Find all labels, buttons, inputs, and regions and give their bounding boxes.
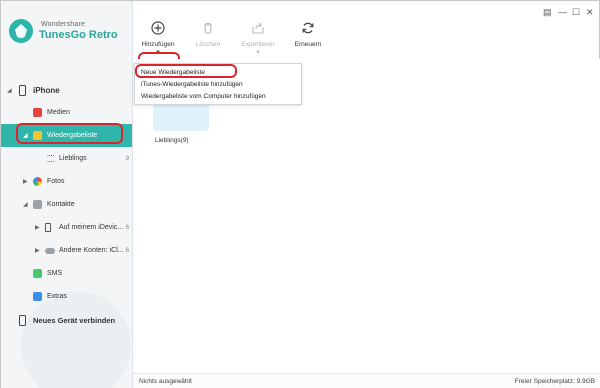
sidebar-device-label: iPhone xyxy=(33,85,60,95)
export-icon xyxy=(251,21,265,35)
sidebar: Wondershare TunesGo Retro ◢ iPhone Medie… xyxy=(1,1,133,388)
refresh-button-label: Erneuern xyxy=(294,41,322,48)
sidebar-connect-device[interactable]: Neues Gerät verbinden xyxy=(1,308,132,332)
toolbar: Hinzufügen ▼ Löschen Exportieren ▼ Erneu… xyxy=(133,1,600,59)
expanded-arrow-icon: ◢ xyxy=(23,133,28,139)
sidebar-item-label: SMS xyxy=(47,270,63,277)
brand-subtitle: Wondershare xyxy=(41,21,86,28)
playlist-icon xyxy=(33,131,42,140)
brand-title: TunesGo Retro xyxy=(39,29,118,41)
iphone-icon xyxy=(19,84,26,96)
sidebar-item-wiedergabeliste[interactable]: ◢ Wiedergabeliste xyxy=(1,124,132,147)
sidebar-item-label: Wiedergabeliste xyxy=(47,132,98,139)
menu-icon[interactable]: ▤ xyxy=(543,7,552,18)
extras-icon xyxy=(33,292,42,301)
tunesgo-logo-icon xyxy=(9,19,33,43)
sidebar-item-label: Andere Konten: iCl... xyxy=(59,247,124,254)
sidebar-item-label: Medien xyxy=(47,109,70,116)
add-dropdown-menu: Neue Wiedergabeliste iTunes-Wiedergabeli… xyxy=(134,63,302,105)
contacts-icon xyxy=(33,200,42,209)
refresh-icon xyxy=(301,21,315,35)
phone-connect-icon xyxy=(19,314,26,326)
sidebar-item-sms[interactable]: SMS xyxy=(1,262,132,285)
sidebar-item-label: Extras xyxy=(47,293,67,300)
sidebar-item-lieblings[interactable]: Lieblings 9 xyxy=(1,147,132,170)
collapsed-arrow-icon: ▶ xyxy=(35,225,40,231)
sidebar-item-label: Auf meinem iDevic... xyxy=(59,224,124,231)
refresh-button[interactable]: Erneuern xyxy=(283,21,333,48)
trash-icon xyxy=(201,21,215,35)
cloud-icon xyxy=(45,247,55,254)
sidebar-item-label: Fotos xyxy=(47,178,65,185)
menu-item-new-playlist[interactable]: Neue Wiedergabeliste xyxy=(135,67,301,79)
sidebar-item-medien[interactable]: Medien xyxy=(1,101,132,124)
sidebar-item-label: Kontakte xyxy=(47,201,75,208)
chevron-down-icon: ▼ xyxy=(155,50,161,56)
export-button[interactable]: Exportieren ▼ xyxy=(233,21,283,56)
sidebar-item-auf-meinem-idevice[interactable]: ▶ Auf meinem iDevic... 6 xyxy=(1,216,132,239)
item-count: 9 xyxy=(125,155,129,162)
add-button-label: Hinzufügen xyxy=(141,41,175,48)
brand: Wondershare TunesGo Retro xyxy=(9,11,118,51)
playlist-tile-label: Lieblings(9) xyxy=(155,137,189,144)
minimize-icon[interactable]: — xyxy=(558,7,567,17)
item-count: 6 xyxy=(125,224,129,231)
add-button[interactable]: Hinzufügen ▼ xyxy=(133,21,183,56)
menu-item-add-itunes-playlist[interactable]: iTunes-Wiedergabeliste hinzufügen xyxy=(135,79,301,91)
photos-icon xyxy=(33,177,42,186)
collapsed-arrow-icon: ▶ xyxy=(35,248,40,254)
content-area: Lieblings(9) xyxy=(133,59,600,373)
playlist-grid-icon xyxy=(47,155,55,162)
app-window: Wondershare TunesGo Retro ◢ iPhone Medie… xyxy=(0,0,600,388)
sidebar-nav: ◢ iPhone Medien ◢ Wiedergabeliste Liebli… xyxy=(1,79,132,332)
free-space-status: Freier Speicherplatz: 9.9GB xyxy=(514,378,595,385)
item-count: 6 xyxy=(125,247,129,254)
sidebar-item-andere-konten[interactable]: ▶ Andere Konten: iCl... 6 xyxy=(1,239,132,262)
export-button-label: Exportieren xyxy=(241,41,275,48)
collapsed-arrow-icon: ▶ xyxy=(23,179,28,185)
selection-status: Nichts ausgewählt xyxy=(139,378,192,385)
delete-button[interactable]: Löschen xyxy=(183,21,233,48)
menu-item-add-playlist-from-computer[interactable]: Wiedergabeliste vom Computer hinzufügen xyxy=(135,91,301,103)
add-icon xyxy=(151,21,165,35)
sidebar-device-iphone[interactable]: ◢ iPhone xyxy=(1,79,132,101)
close-icon[interactable]: ✕ xyxy=(586,7,594,18)
sidebar-item-label: Lieblings xyxy=(59,155,87,162)
expanded-arrow-icon: ◢ xyxy=(7,87,12,94)
sidebar-item-kontakte[interactable]: ◢ Kontakte xyxy=(1,193,132,216)
status-bar: Nichts ausgewählt Freier Speicherplatz: … xyxy=(133,373,600,388)
sidebar-connect-label: Neues Gerät verbinden xyxy=(33,315,116,325)
sidebar-item-fotos[interactable]: ▶ Fotos xyxy=(1,170,132,193)
music-icon xyxy=(33,108,42,117)
maximize-icon[interactable]: ☐ xyxy=(572,7,580,18)
sidebar-item-extras[interactable]: Extras xyxy=(1,285,132,308)
sms-icon xyxy=(33,269,42,278)
delete-button-label: Löschen xyxy=(195,41,221,48)
device-icon xyxy=(45,223,51,232)
expanded-arrow-icon: ◢ xyxy=(23,202,28,208)
chevron-down-icon: ▼ xyxy=(255,50,261,56)
